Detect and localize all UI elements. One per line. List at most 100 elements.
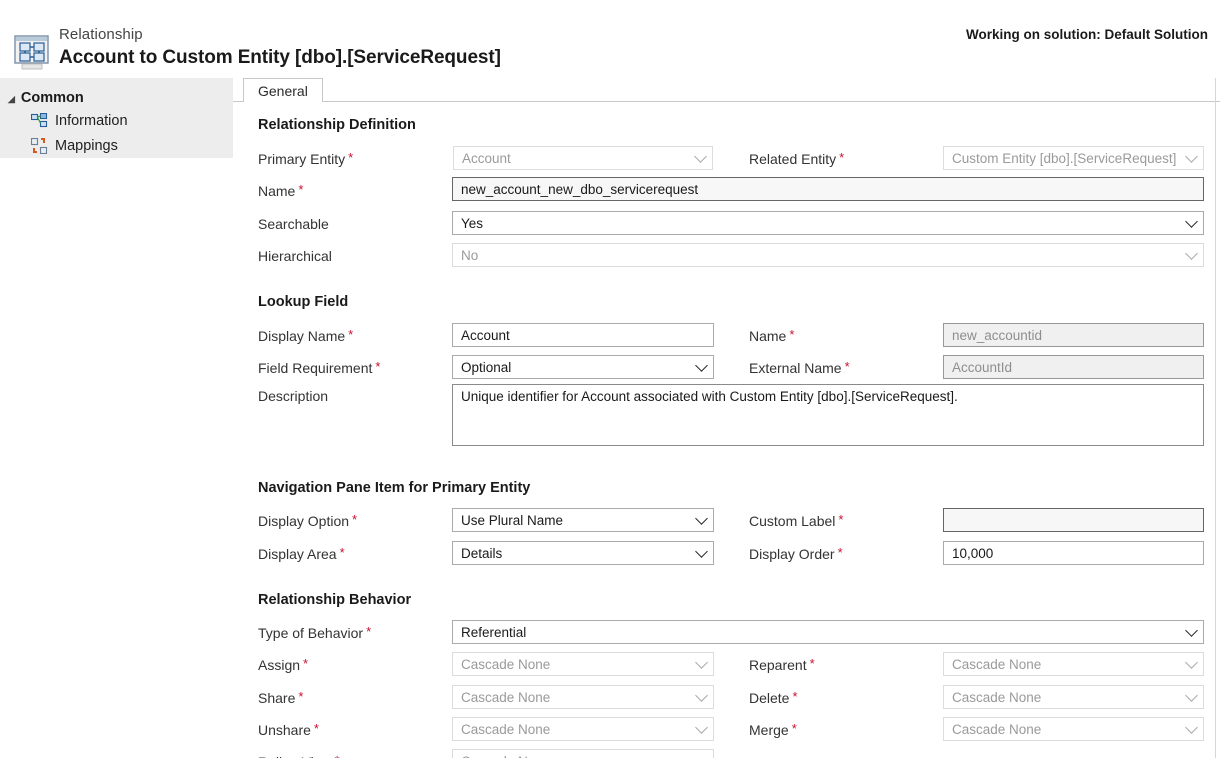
label-unshare: Unshare * (258, 721, 319, 738)
information-relationship-icon (30, 112, 48, 129)
label-external-name: External Name * (749, 359, 850, 376)
required-asterisk: * (792, 689, 798, 704)
label-display-name: Display Name * (258, 327, 354, 344)
field-searchable[interactable]: Yes (452, 211, 1204, 235)
sidebar-item-information[interactable]: Information (0, 108, 233, 133)
label-merge: Merge * (749, 721, 797, 738)
chevron-down-icon (1185, 656, 1198, 669)
chevron-down-icon (695, 689, 708, 702)
sidebar-item-label: Mappings (55, 137, 118, 154)
section-title-relationship-definition: Relationship Definition (258, 117, 416, 133)
chevron-down-icon (695, 753, 708, 758)
relationship-icon (12, 34, 52, 72)
field-type-of-behavior[interactable]: Referential (452, 620, 1204, 644)
section-title-relationship-behavior: Relationship Behavior (258, 592, 412, 608)
solution-status: Working on solution: Default Solution (966, 27, 1208, 42)
label-hierarchical: Hierarchical (258, 248, 332, 264)
tab-general[interactable]: General (243, 78, 323, 102)
required-asterisk: * (348, 327, 354, 342)
field-primary-entity[interactable]: Account (453, 146, 713, 170)
label-display-area: Display Area * (258, 545, 345, 562)
label-field-requirement: Field Requirement * (258, 359, 381, 376)
chevron-down-icon (1185, 624, 1198, 637)
chevron-down-icon (695, 512, 708, 525)
header-titles: Relationship Account to Custom Entity [d… (59, 26, 501, 70)
label-name: Name * (258, 182, 304, 199)
label-related-entity: Related Entity * (749, 150, 845, 167)
app-header: Relationship Account to Custom Entity [d… (0, 0, 1220, 78)
field-assign[interactable]: Cascade None (452, 652, 714, 676)
field-external-name[interactable]: AccountId (943, 355, 1204, 379)
sidebar: ◢ Common Information Mappings (0, 78, 233, 158)
label-assign: Assign * (258, 656, 309, 673)
sidebar-group-label: Common (20, 90, 84, 106)
field-related-entity[interactable]: Custom Entity [dbo].[ServiceRequest] (943, 146, 1204, 170)
field-custom-label[interactable] (943, 508, 1204, 532)
form-right-divider (1215, 78, 1216, 758)
sidebar-group-common[interactable]: ◢ Common (0, 88, 233, 108)
chevron-expanded-icon: ◢ (8, 93, 15, 104)
field-reparent[interactable]: Cascade None (943, 652, 1204, 676)
field-merge[interactable]: Cascade None (943, 717, 1204, 741)
chevron-down-icon (1185, 150, 1198, 163)
header-eyebrow: Relationship (59, 26, 143, 43)
label-type-of-behavior: Type of Behavior * (258, 624, 372, 641)
chevron-down-icon (1185, 247, 1198, 260)
label-reparent: Reparent * (749, 656, 815, 673)
chevron-down-icon (695, 656, 708, 669)
chevron-down-icon (1185, 215, 1198, 228)
content-area: General Relationship Definition Primary … (233, 78, 1220, 758)
field-field-requirement[interactable]: Optional (452, 355, 714, 379)
label-display-order: Display Order * (749, 545, 843, 562)
required-asterisk: * (844, 359, 850, 374)
required-asterisk: * (348, 150, 354, 165)
form-scroll: Relationship Definition Primary Entity * … (233, 102, 1215, 758)
required-asterisk: * (366, 624, 372, 639)
required-asterisk: * (838, 512, 844, 527)
required-asterisk: * (352, 512, 358, 527)
label-share: Share * (258, 689, 304, 706)
chevron-down-icon (1185, 721, 1198, 734)
label-display-option: Display Option * (258, 512, 358, 529)
page-title: Account to Custom Entity [dbo].[ServiceR… (59, 47, 501, 68)
chevron-down-icon (1185, 689, 1198, 702)
field-name[interactable]: new_account_new_dbo_servicerequest (452, 177, 1204, 201)
chevron-down-icon (695, 545, 708, 558)
field-unshare[interactable]: Cascade None (452, 717, 714, 741)
section-title-lookup-field: Lookup Field (258, 294, 349, 310)
sidebar-item-label: Information (55, 112, 128, 129)
label-rollup-view: Rollup View* (258, 753, 340, 758)
field-delete[interactable]: Cascade None (943, 685, 1204, 709)
field-display-option[interactable]: Use Plural Name (452, 508, 714, 532)
required-asterisk: * (789, 327, 795, 342)
required-asterisk: * (837, 545, 843, 560)
field-hierarchical[interactable]: No (452, 243, 1204, 267)
field-share[interactable]: Cascade None (452, 685, 714, 709)
required-asterisk: * (313, 721, 319, 736)
mappings-icon (30, 137, 48, 154)
chevron-down-icon (695, 359, 708, 372)
sidebar-item-mappings[interactable]: Mappings (0, 133, 233, 158)
field-rollup-view[interactable]: Cascade None (452, 749, 714, 758)
field-display-area[interactable]: Details (452, 541, 714, 565)
section-title-navigation-pane: Navigation Pane Item for Primary Entity (258, 480, 531, 496)
field-display-order[interactable]: 10,000 (943, 541, 1204, 565)
label-lookup-name: Name * (749, 327, 795, 344)
label-searchable: Searchable (258, 216, 329, 232)
chevron-down-icon (695, 721, 708, 734)
required-asterisk: * (809, 656, 815, 671)
label-primary-entity: Primary Entity * (258, 150, 354, 167)
label-description: Description (258, 388, 329, 404)
required-asterisk: * (839, 150, 845, 165)
tabstrip: General (233, 78, 1220, 102)
field-display-name[interactable]: Account (452, 323, 714, 347)
required-asterisk: * (335, 753, 340, 758)
label-delete: Delete * (749, 689, 798, 706)
field-lookup-name[interactable]: new_accountid (943, 323, 1204, 347)
field-description[interactable]: Unique identifier for Account associated… (452, 384, 1204, 446)
required-asterisk: * (298, 182, 304, 197)
required-asterisk: * (791, 721, 797, 736)
required-asterisk: * (339, 545, 345, 560)
required-asterisk: * (375, 359, 381, 374)
chevron-down-icon (694, 150, 707, 163)
